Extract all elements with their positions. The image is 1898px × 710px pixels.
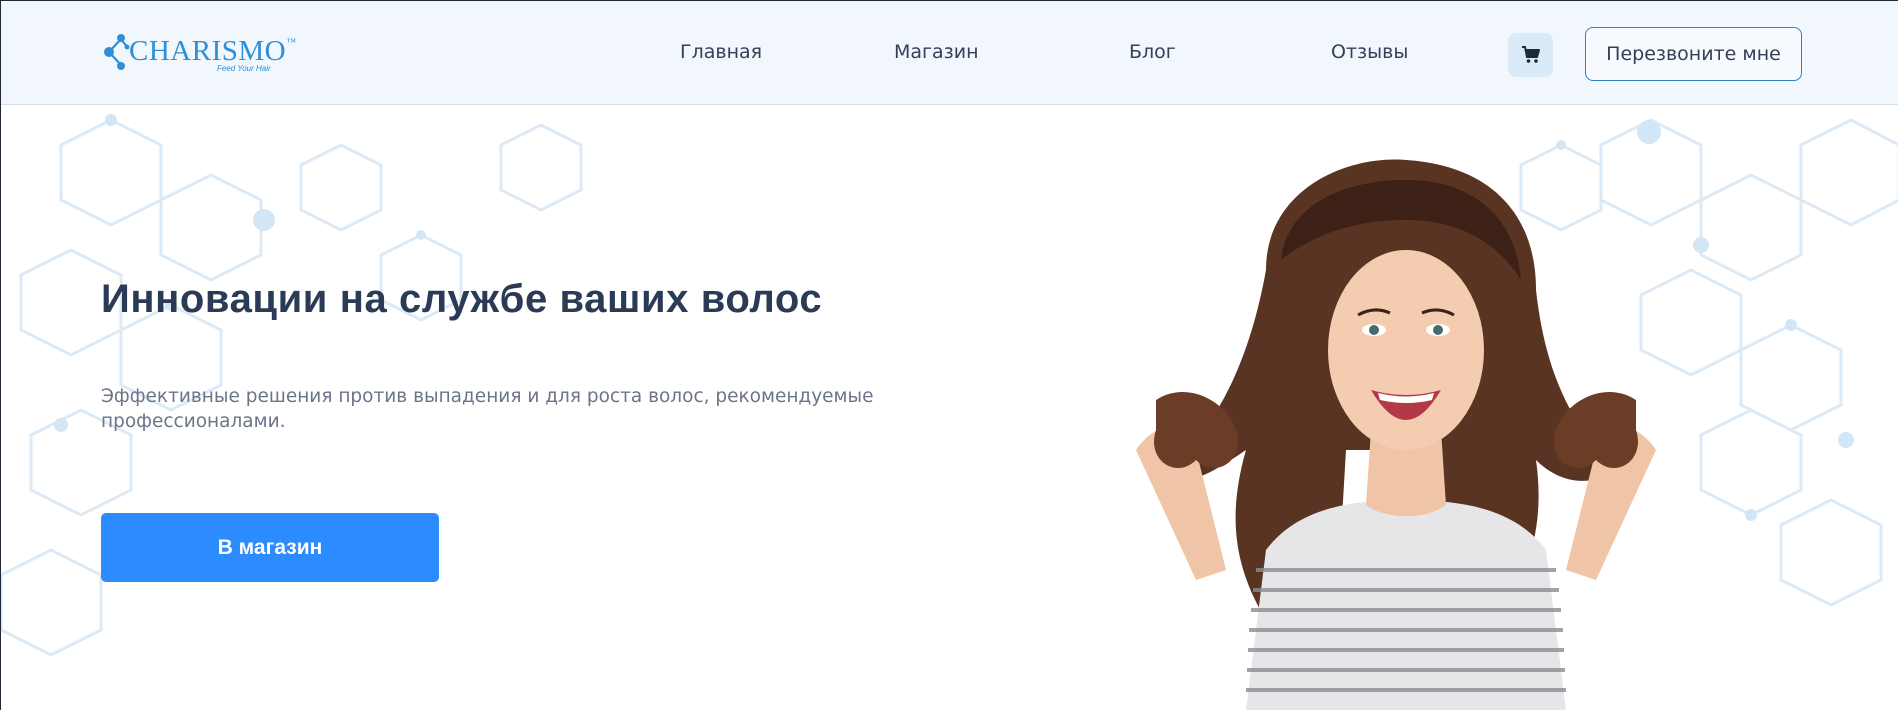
nav-item-reviews[interactable]: Отзывы: [1331, 41, 1408, 63]
nav-item-shop[interactable]: Магазин: [894, 41, 979, 63]
callback-button[interactable]: Перезвоните мне: [1585, 27, 1802, 81]
nav-item-home[interactable]: Главная: [680, 41, 762, 63]
site-header: CHARISMO™ Feed Your Hair Главная Магазин…: [1, 0, 1898, 105]
shopping-cart-icon: [1521, 46, 1540, 63]
hero-title: Инновации на службе ваших волос: [101, 277, 823, 321]
hero-subtitle: Эффективные решения против выпадения и д…: [101, 386, 874, 432]
logo-wordmark: CHARISMO™: [129, 35, 297, 67]
trademark-symbol: ™: [286, 37, 297, 48]
hero-woman-image: [1136, 159, 1656, 710]
charismo-logo[interactable]: CHARISMO™ Feed Your Hair: [101, 31, 296, 75]
logo-tagline: Feed Your Hair: [217, 64, 271, 73]
molecule-logo-icon: [104, 34, 130, 70]
cart-button[interactable]: [1508, 33, 1553, 77]
go-to-shop-button[interactable]: В магазин: [101, 513, 439, 582]
nav-item-blog[interactable]: Блог: [1129, 41, 1176, 63]
